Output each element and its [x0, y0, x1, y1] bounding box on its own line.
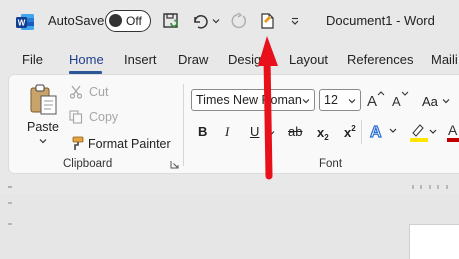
- grow-font-icon: A: [367, 91, 385, 110]
- tab-mailings[interactable]: Maili: [431, 52, 458, 67]
- chevron-down-icon: [442, 99, 450, 104]
- cut-label: Cut: [89, 85, 109, 99]
- svg-text:A: A: [448, 122, 458, 138]
- dialog-launcher-icon[interactable]: [170, 160, 179, 169]
- superscript-button[interactable]: x2: [344, 124, 356, 142]
- svg-text:A: A: [370, 124, 382, 141]
- font-size-value: 12: [324, 93, 338, 107]
- customize-qat-icon: [291, 17, 299, 25]
- new-document-button[interactable]: [257, 10, 277, 32]
- text-effects-icon: A: [369, 123, 397, 142]
- tab-file[interactable]: File: [22, 52, 43, 67]
- copy-label: Copy: [89, 110, 119, 124]
- italic-button[interactable]: I: [225, 124, 229, 140]
- tab-layout[interactable]: Layout: [289, 52, 328, 67]
- font-color-icon: A: [447, 122, 459, 142]
- shrink-font-icon: A: [392, 91, 409, 109]
- autosave-label: AutoSave: [48, 13, 105, 28]
- strikethrough-button[interactable]: ab: [288, 124, 302, 139]
- superscript-mark: 2: [351, 124, 356, 133]
- autosave-state: Off: [126, 14, 142, 28]
- undo-icon: [194, 15, 208, 29]
- paste-button[interactable]: Paste: [24, 84, 62, 154]
- cut-button[interactable]: Cut: [69, 85, 108, 99]
- svg-text:A: A: [392, 94, 401, 109]
- chevron-down-icon: [348, 99, 356, 104]
- tab-insert[interactable]: Insert: [124, 52, 157, 67]
- font-color-button[interactable]: A: [447, 121, 459, 143]
- highlight-icon: [410, 124, 437, 142]
- shrink-font-button[interactable]: A: [391, 89, 411, 111]
- format-painter-button[interactable]: Format Painter: [69, 136, 171, 151]
- copy-button[interactable]: Copy: [69, 110, 118, 124]
- svg-text:W: W: [18, 19, 26, 28]
- highlight-button[interactable]: [409, 121, 439, 143]
- chevron-down-icon: [302, 99, 310, 104]
- undo-dropdown[interactable]: [210, 10, 222, 32]
- title-bar: W AutoSave Off Document1 - Word: [0, 0, 459, 44]
- autosave-toggle[interactable]: Off: [105, 10, 151, 32]
- bold-button[interactable]: B: [198, 124, 207, 139]
- copy-icon: [69, 110, 83, 124]
- document-area: [0, 194, 459, 259]
- tab-draw[interactable]: Draw: [178, 52, 208, 67]
- ruler-marks: [8, 185, 448, 189]
- new-doc-icon: [261, 13, 274, 29]
- font-name-value: Times New Roman: [196, 93, 302, 107]
- chevron-down-icon[interactable]: [267, 129, 275, 137]
- toggle-knob: [109, 14, 122, 27]
- word-logo-icon: W: [16, 14, 34, 30]
- clipboard-group-label: Clipboard: [63, 158, 113, 170]
- subscript-mark: 2: [324, 133, 329, 142]
- font-name-select[interactable]: Times New Roman: [191, 89, 315, 111]
- document-title: Document1 - Word: [326, 13, 435, 28]
- redo-icon: [231, 12, 247, 29]
- change-case-button[interactable]: Aa: [422, 92, 456, 110]
- ribbon-tabs: File Home Insert Draw Design Layout Refe…: [0, 44, 459, 74]
- subscript-button[interactable]: x2: [317, 124, 329, 142]
- font-size-select[interactable]: 12: [319, 89, 361, 111]
- grow-font-button[interactable]: A: [366, 89, 386, 111]
- tab-design[interactable]: Design: [228, 52, 268, 67]
- tab-home[interactable]: Home: [69, 52, 104, 67]
- tab-references[interactable]: References: [347, 52, 413, 67]
- text-effects-button[interactable]: A: [369, 121, 399, 142]
- cut-icon: [69, 85, 83, 99]
- separator: [361, 120, 362, 144]
- vertical-ruler: [8, 202, 12, 225]
- underline-button[interactable]: U: [250, 124, 259, 139]
- format-painter-label: Format Painter: [88, 136, 171, 151]
- paste-label: Paste: [27, 120, 59, 134]
- format-painter-icon: [72, 136, 84, 150]
- save-sync-icon: [163, 13, 178, 28]
- redo-button[interactable]: [228, 10, 248, 32]
- chevron-down-icon: [212, 19, 220, 24]
- paste-icon: [30, 84, 57, 115]
- undo-button[interactable]: [190, 10, 210, 32]
- document-page[interactable]: [409, 224, 459, 259]
- change-case-label: Aa: [422, 93, 438, 109]
- customize-qat-button[interactable]: [288, 10, 302, 32]
- font-group-label: Font: [319, 158, 343, 170]
- save-button[interactable]: [160, 10, 182, 32]
- chevron-down-icon: [39, 139, 47, 144]
- svg-text:A: A: [367, 93, 377, 110]
- ruler: [0, 180, 459, 194]
- group-separator: [183, 84, 184, 166]
